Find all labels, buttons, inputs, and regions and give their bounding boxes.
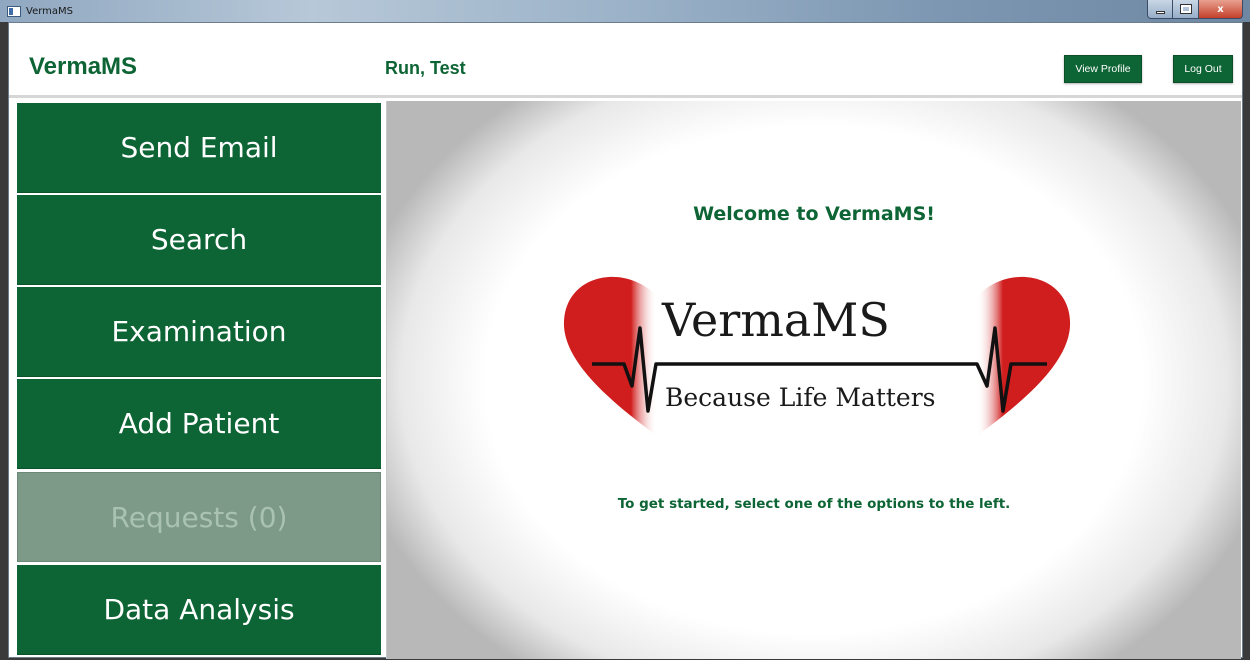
logo-tagline: Because Life Matters — [665, 383, 936, 412]
logo-title: VermaMS — [661, 293, 890, 347]
app-header: VermaMS Run, Test View Profile Log Out — [9, 23, 1242, 98]
nav-add-patient-button[interactable]: Add Patient — [17, 379, 381, 469]
maximize-button[interactable] — [1173, 0, 1199, 19]
window-controls: x — [1147, 0, 1243, 19]
welcome-heading: Welcome to VermaMS! — [693, 203, 935, 225]
instructions-text: To get started, select one of the option… — [617, 496, 1011, 512]
logout-button[interactable]: Log Out — [1173, 55, 1233, 83]
nav-examination-button[interactable]: Examination — [17, 287, 381, 377]
nav-requests-button: Requests (0) — [17, 472, 381, 562]
nav-search-button[interactable]: Search — [17, 195, 381, 285]
brand-title: VermaMS — [29, 53, 138, 80]
main-content: Welcome to VermaMS! VermaMS Because Life… — [386, 101, 1241, 659]
current-user-name: Run, Test — [385, 58, 466, 78]
minimize-icon — [1155, 10, 1165, 14]
nav-data-analysis-button[interactable]: Data Analysis — [17, 565, 381, 655]
window-title: VermaMS — [26, 5, 73, 17]
maximize-icon — [1179, 4, 1192, 14]
window-titlebar: VermaMS x — [0, 0, 1250, 22]
sidebar-nav: Send Email Search Examination Add Patien… — [17, 101, 381, 659]
close-icon: x — [1217, 3, 1224, 15]
app-window: VermaMS Run, Test View Profile Log Out S… — [8, 22, 1243, 659]
nav-send-email-button[interactable]: Send Email — [17, 103, 381, 193]
view-profile-button[interactable]: View Profile — [1064, 55, 1142, 83]
vermams-logo: VermaMS Because Life Matters — [563, 276, 1071, 436]
app-icon — [7, 5, 21, 17]
minimize-button[interactable] — [1147, 0, 1173, 19]
close-button[interactable]: x — [1199, 0, 1243, 19]
